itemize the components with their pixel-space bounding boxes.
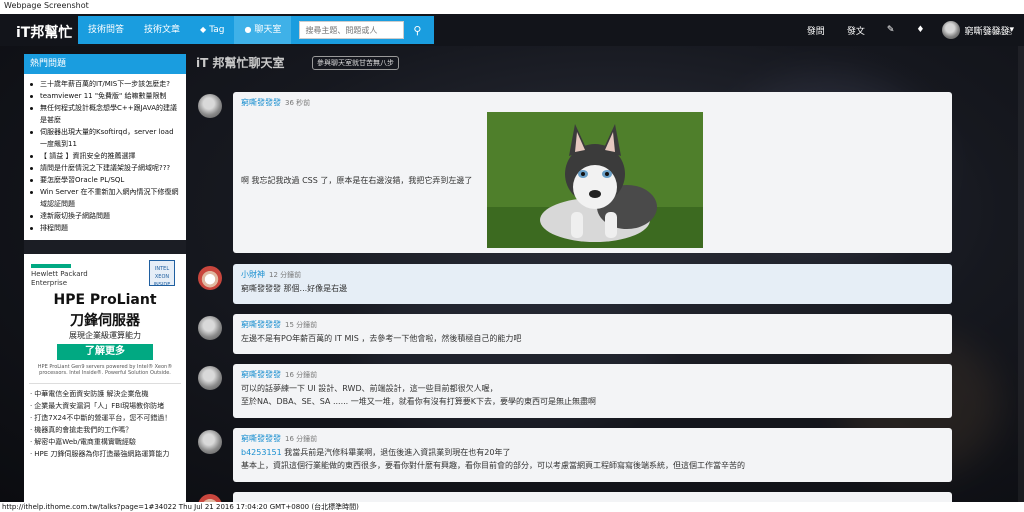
news-item[interactable]: · 解密中嘉Web/電商重構實戰經驗 xyxy=(30,436,180,448)
hot-questions-title: 熱門問題 xyxy=(24,54,186,74)
tag-icon: ◆ xyxy=(200,25,207,34)
tab-qa[interactable]: 技術問答 xyxy=(78,16,134,44)
hot-question-item[interactable]: 達新廠切換子網路問題 xyxy=(30,210,180,222)
message-author[interactable]: 窮嘶發發發 xyxy=(241,370,281,379)
message-author[interactable]: 窮嘶發發發 xyxy=(241,320,281,329)
avatar[interactable] xyxy=(198,316,222,340)
message-author[interactable]: 窮嘶發發發 xyxy=(241,434,281,443)
message-text: 至於NA、DBA、SE、SA ...... 一堆又一堆，就看你有沒有打算要K下去… xyxy=(241,397,596,406)
news-item[interactable]: · 打造7X24不中斷的營運平台，您不可錯過！ xyxy=(30,412,180,424)
message-time: 16 分鐘前 xyxy=(285,371,318,379)
hot-question-item[interactable]: teamviewer 11 "免費版" 給嘛數量限制 xyxy=(30,90,180,102)
avatar[interactable] xyxy=(198,266,222,290)
search-bar: ⚲ xyxy=(291,16,434,44)
chat-icon: ● xyxy=(244,25,252,34)
hot-question-item[interactable]: Win Server 在不重新加入網內情況下修復網域認証問題 xyxy=(30,186,180,210)
hot-question-item[interactable]: 伺服器出現大量的Ksoftirqd，server load 一度飆到11 xyxy=(30,126,180,150)
message-text: 基本上，資訊這個行業能做的東西很多，要看你對什麼有興趣，看你目前會的部分，可以考… xyxy=(241,461,745,470)
message-bubble: 窮嘶發發發 16 分鐘前 b4253151 我當兵前是汽修科畢業啊，退伍後進入資訊… xyxy=(233,428,952,482)
site-logo[interactable]: iT邦幫忙 xyxy=(16,22,72,42)
hot-question-item[interactable]: 要怎麼學習Oracle PL/SQL xyxy=(30,174,180,186)
avatar xyxy=(942,21,961,39)
chat-message: 窮嘶發發發 15 分鐘前 左邊不是有PO年薪百萬的 IT MIS ，去參考一下他會… xyxy=(198,314,952,354)
message-text: 可以的話夢練一下 UI 設計、RWD、前端設計，這一些目前都很欠人喔， xyxy=(241,384,498,393)
hot-questions-list: 三十歲年薪百萬的IT/MIS下一步該怎麼走? teamviewer 11 "免費… xyxy=(24,74,186,234)
tab-qa-label: 技術問答 xyxy=(88,25,125,35)
hot-question-item[interactable]: 排程問題 xyxy=(30,222,180,234)
intel-badge-icon: INTEL XEON INSIDE xyxy=(149,260,175,288)
messages-icon[interactable]: ✎ xyxy=(887,25,895,35)
message-text: 啊 我忘記我改過 CSS 了，原本是在右邊沒錯，我把它弄到左邊了 xyxy=(241,176,473,185)
subwalls-label: SUWALLS xyxy=(983,30,1012,37)
message-author[interactable]: 小財神 xyxy=(241,270,265,279)
news-item[interactable]: · HPE 刀鋒伺服器為你打造最強網路運算能力 xyxy=(30,448,180,460)
tab-chatroom-label: 聊天室 xyxy=(254,25,282,35)
hot-question-item[interactable]: 請問是什麼情況之下建議架設子網域呢??? xyxy=(30,162,180,174)
search-input[interactable] xyxy=(299,21,405,39)
message-time: 16 分鐘前 xyxy=(285,435,318,443)
chat-message: 窮嘶發發發 16 分鐘前 b4253151 我當兵前是汽修科畢業啊，退伍後進入資訊… xyxy=(198,428,952,482)
message-time: 36 秒前 xyxy=(285,99,311,107)
ad-brand-line2: Enterprise xyxy=(31,279,68,287)
ad-title: HPE ProLiant xyxy=(53,292,157,308)
status-bar: http://ithelp.ithome.com.tw/talks?page=1… xyxy=(0,502,1024,512)
ad-title-line2: 刀鋒伺服器 xyxy=(70,313,140,329)
chat-message: 窮嘶發發發 16 分鐘前 可以的話夢練一下 UI 設計、RWD、前端設計，這一些目… xyxy=(198,364,952,418)
message-bubble xyxy=(233,492,952,502)
tab-chatroom[interactable]: ● 聊天室 xyxy=(234,16,292,44)
tab-articles[interactable]: 技術文章 xyxy=(134,16,190,44)
ad-subtitle: 展現企業級運算能力 xyxy=(69,331,141,340)
sidebar: 熱門問題 三十歲年薪百萬的IT/MIS下一步該怎麼走? teamviewer 1… xyxy=(24,54,186,502)
top-navbar: iT邦幫忙 技術問答 技術文章 ◆Tag ●聊天室 ⚲ 發問 發文 ✎ ♦ 窮嘶… xyxy=(0,14,1024,46)
scrollbar[interactable] xyxy=(1018,46,1024,502)
message-text: 窮嘶發發發 那個...好像是右邊 xyxy=(241,284,348,293)
message-author[interactable]: 窮嘶發發發 xyxy=(241,98,281,107)
news-item[interactable]: · 企業最大資安漏洞「人」FBI現場教你防堵 xyxy=(30,400,180,412)
chat-message xyxy=(198,492,952,502)
bell-icon[interactable]: ♦ xyxy=(916,25,924,35)
message-time: 15 分鐘前 xyxy=(285,321,318,329)
message-bubble: 窮嘶發發發 36 秒前 啊 我忘記我改過 CSS 了，原本是在右邊沒錯，我把它弄到… xyxy=(233,92,952,253)
page-background: iT邦幫忙 技術問答 技術文章 ◆Tag ●聊天室 ⚲ 發問 發文 ✎ ♦ 窮嘶… xyxy=(0,14,1024,502)
search-icon[interactable]: ⚲ xyxy=(408,24,426,37)
tab-tag-label: Tag xyxy=(209,25,225,35)
ad-fineprint: HPE ProLiant Gen9 servers powered by Int… xyxy=(37,364,173,376)
news-list: · 中華電信全面資安防護 解決企業危機 · 企業最大資安漏洞「人」FBI現場教你防堵… xyxy=(24,384,186,460)
learn-more-button[interactable]: 了解更多 xyxy=(57,344,153,360)
avatar[interactable] xyxy=(198,430,222,454)
mention-link[interactable]: b4253151 xyxy=(241,448,282,457)
chat-rules-button[interactable]: 參與聊天室就甘苦無八步 xyxy=(312,56,399,70)
window-caption: Webpage Screenshot xyxy=(0,0,1024,14)
main-nav-tabs: 技術問答 技術文章 ◆Tag ●聊天室 ⚲ xyxy=(78,16,435,44)
page-title: iT 邦幫忙聊天室 xyxy=(196,56,285,70)
avatar[interactable] xyxy=(198,366,222,390)
hot-question-item[interactable]: 無任何程式設計概念想學C++跟JAVA的建議是甚麼 xyxy=(30,102,180,126)
chat-message: 窮嘶發發發 36 秒前 啊 我忘記我改過 CSS 了，原本是在右邊沒錯，我把它弄到… xyxy=(198,92,952,253)
puppy-photo[interactable] xyxy=(487,112,703,248)
chat-message: 小財神 12 分鐘前 窮嘶發發發 那個...好像是右邊 xyxy=(198,264,952,304)
tab-articles-label: 技術文章 xyxy=(144,25,181,35)
hot-question-item[interactable]: 【 請益 】資訊安全的推薦選擇 xyxy=(30,150,180,162)
hot-question-item[interactable]: 三十歲年薪百萬的IT/MIS下一步該怎麼走? xyxy=(30,78,180,90)
tab-tag[interactable]: ◆ Tag xyxy=(190,16,234,44)
ask-button[interactable]: 發問 xyxy=(807,24,825,37)
message-bubble: 小財神 12 分鐘前 窮嘶發發發 那個...好像是右邊 xyxy=(233,264,952,304)
message-bubble: 窮嘶發發發 16 分鐘前 可以的話夢練一下 UI 設計、RWD、前端設計，這一些目… xyxy=(233,364,952,418)
avatar[interactable] xyxy=(198,494,222,502)
message-text: 左邊不是有PO年薪百萬的 IT MIS ，去參考一下他會啦，然後積極自己的能力吧 xyxy=(241,334,522,343)
message-time: 12 分鐘前 xyxy=(269,271,302,279)
hpe-ad-banner[interactable]: Hewlett Packard Enterprise INTEL XEON IN… xyxy=(29,254,181,384)
hpe-logo: Hewlett Packard Enterprise xyxy=(31,264,88,288)
message-text: b4253151 我當兵前是汽修科畢業啊，退伍後進入資訊業到現在也有20年了 xyxy=(241,448,511,457)
post-button[interactable]: 發文 xyxy=(847,24,865,37)
ad-brand-line1: Hewlett Packard xyxy=(31,270,88,278)
message-bubble: 窮嘶發發發 15 分鐘前 左邊不是有PO年薪百萬的 IT MIS ，去參考一下他會… xyxy=(233,314,952,354)
news-item[interactable]: · 機器真的會搶走我們的工作嗎？ xyxy=(30,424,180,436)
news-item[interactable]: · 中華電信全面資安防護 解決企業危機 xyxy=(30,388,180,400)
avatar[interactable] xyxy=(198,94,222,118)
sidebar-divider xyxy=(24,240,186,254)
